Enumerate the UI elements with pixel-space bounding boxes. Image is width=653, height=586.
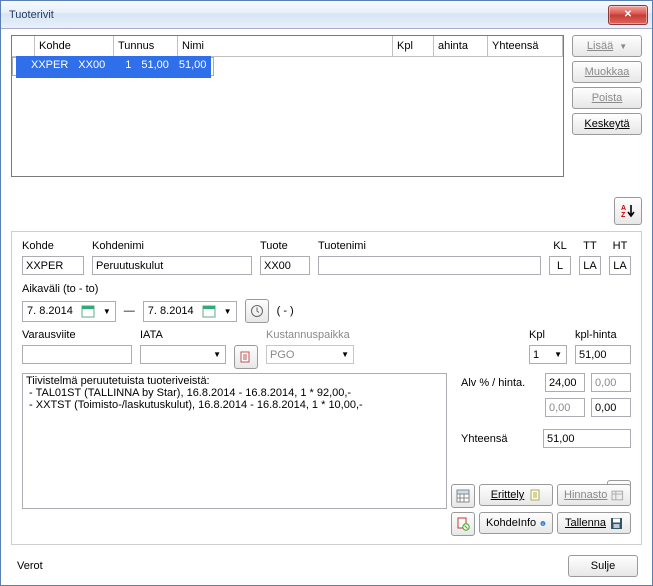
tt-field[interactable] <box>579 256 601 275</box>
label-yhteensa: Yhteensä <box>461 433 537 445</box>
save-button[interactable]: Tallenna <box>557 512 631 534</box>
label-kpl: Kpl <box>529 329 567 341</box>
close-icon[interactable]: ✕ <box>608 5 648 25</box>
kpl-select[interactable]: 1▼ <box>529 345 567 364</box>
cancel-button[interactable]: Keskeytä <box>572 113 642 135</box>
alvpct-field[interactable] <box>545 373 585 392</box>
alvhinta-field <box>591 373 631 392</box>
breakdown-button[interactable]: Erittely <box>479 484 553 506</box>
add-button[interactable]: Lisää▼ <box>572 35 642 57</box>
svg-text:Z: Z <box>621 212 626 219</box>
tuote-field[interactable] <box>260 256 310 275</box>
cell-ahinta: 51,00 <box>136 56 174 78</box>
label-kplhinta: kpl-hinta <box>575 329 631 341</box>
clock-icon-button[interactable] <box>245 299 269 323</box>
svg-text:i: i <box>543 521 544 526</box>
close-button[interactable]: Sulje <box>568 555 638 577</box>
ht-field[interactable] <box>609 256 631 275</box>
dropdown-icon[interactable]: ▼ <box>99 307 115 316</box>
targetinfo-button[interactable]: KohdeInfoi <box>479 512 553 534</box>
svg-text:A: A <box>621 205 626 212</box>
col-nimi[interactable]: Nimi <box>178 36 393 57</box>
cell-yhteensa: 51,00 <box>174 56 212 78</box>
row-header-blank <box>12 36 35 57</box>
info-doc-icon-button[interactable] <box>451 512 475 536</box>
date-to-field[interactable]: 7. 8.2014 ▼ <box>143 301 237 322</box>
calendar-icon[interactable] <box>198 304 220 318</box>
delete-button[interactable]: Poista <box>572 87 642 109</box>
label-aikavali: Aikaväli (to - to) <box>22 283 98 295</box>
table-row[interactable]: XXPER XX00 1 51,00 51,00 <box>12 57 214 76</box>
col-ahinta[interactable]: ahinta <box>434 36 488 57</box>
date-separator: — <box>124 305 135 317</box>
col-yhteensa[interactable]: Yhteensä <box>488 36 563 57</box>
edit-button[interactable]: Muokkaa <box>572 61 642 83</box>
label-kustannuspaikka: Kustannuspaikka <box>266 329 396 341</box>
kohde-field[interactable] <box>22 256 84 275</box>
summary-textarea[interactable] <box>22 373 447 509</box>
grid-calc-icon-button[interactable] <box>451 484 475 508</box>
label-paren-range: ( - ) <box>277 305 294 317</box>
yhteensa-field[interactable] <box>543 429 631 448</box>
window-title: Tuoterivit <box>9 9 54 21</box>
label-kohde: Kohde <box>22 240 84 252</box>
pricelist-button[interactable]: Hinnasto <box>557 484 631 506</box>
label-tt: TT <box>579 240 601 252</box>
date-from-field[interactable]: 7. 8.2014 ▼ <box>22 301 116 322</box>
label-alvhinta: Alv % / hinta. <box>461 377 539 389</box>
blank2-field[interactable] <box>591 398 631 417</box>
iata-select[interactable]: ▼ <box>140 345 226 364</box>
label-ht: HT <box>609 240 631 252</box>
cell-nimi <box>110 56 120 78</box>
product-rows-grid[interactable]: Kohde Tunnus Nimi Kpl ahinta Yhteensä XX… <box>11 35 564 177</box>
label-iata: IATA <box>140 329 258 341</box>
cell-kpl: 1 <box>120 56 136 78</box>
tuotenimi-field[interactable] <box>318 256 541 275</box>
dropdown-icon[interactable]: ▼ <box>220 307 236 316</box>
label-tuote: Tuote <box>260 240 310 252</box>
iata-lookup-button[interactable] <box>234 345 258 369</box>
sort-az-button[interactable]: AZ <box>614 197 642 225</box>
label-kohdenimi: Kohdenimi <box>92 240 252 252</box>
col-kpl[interactable]: Kpl <box>393 36 434 57</box>
col-kohde[interactable]: Kohde <box>35 36 114 57</box>
cell-kohde: XXPER <box>26 56 73 78</box>
label-kl: KL <box>549 240 571 252</box>
calendar-icon[interactable] <box>77 304 99 318</box>
col-tunnus[interactable]: Tunnus <box>114 36 178 57</box>
kohdenimi-field[interactable] <box>92 256 252 275</box>
label-verot: Verot <box>17 560 43 572</box>
label-tuotenimi: Tuotenimi <box>318 240 541 252</box>
label-varausviite: Varausviite <box>22 329 132 341</box>
kl-field[interactable] <box>549 256 571 275</box>
blank1-field <box>545 398 585 417</box>
varausviite-field[interactable] <box>22 345 132 364</box>
kustannuspaikka-select: PGO▼ <box>266 345 354 364</box>
cell-tunnus: XX00 <box>73 56 110 78</box>
kplhinta-field[interactable] <box>575 345 631 364</box>
